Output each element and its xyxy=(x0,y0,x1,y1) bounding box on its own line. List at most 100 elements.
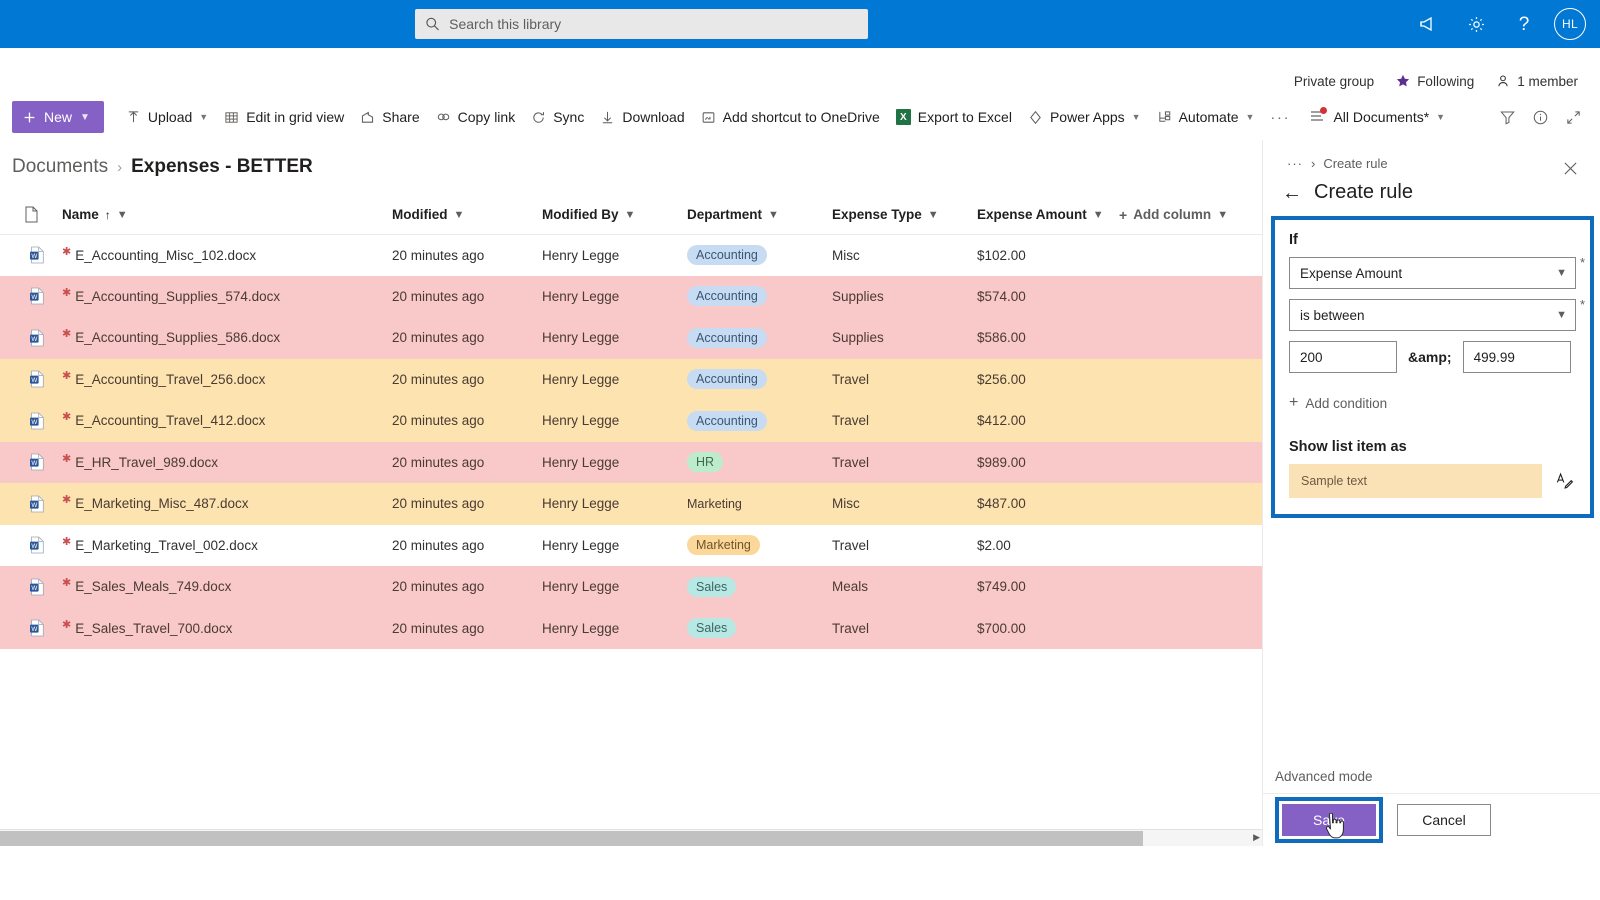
row-name-cell[interactable]: ✱ E_Accounting_Misc_102.docx xyxy=(62,234,392,276)
table-row[interactable]: W ✱ E_Sales_Travel_700.docx 20 minutes ago H… xyxy=(0,607,1262,649)
onedrive-shortcut-icon xyxy=(702,111,714,123)
range-from-input[interactable]: 200 xyxy=(1289,341,1397,373)
following-button[interactable]: Following xyxy=(1396,74,1474,89)
column-header-modified[interactable]: Modified ▼ xyxy=(392,196,542,235)
file-name[interactable]: E_Accounting_Misc_102.docx xyxy=(75,248,256,263)
power-apps-button[interactable]: Power Apps ▼ xyxy=(1020,99,1149,135)
add-condition-button[interactable]: + Add condition xyxy=(1289,395,1576,411)
upload-button[interactable]: Upload ▼ xyxy=(118,99,216,135)
overflow-menu-button[interactable]: ··· xyxy=(1262,99,1298,135)
row-expense-type-cell: Meals xyxy=(832,566,977,608)
cancel-button[interactable]: Cancel xyxy=(1397,804,1491,836)
column-header-department[interactable]: Department ▼ xyxy=(687,196,832,235)
file-name[interactable]: E_Accounting_Supplies_574.docx xyxy=(75,289,280,304)
column-header-expense-amount[interactable]: Expense Amount ▼ xyxy=(977,196,1119,235)
row-name-cell[interactable]: ✱ E_Accounting_Travel_256.docx xyxy=(62,358,392,400)
filter-button[interactable] xyxy=(1491,99,1524,135)
add-shortcut-to-onedrive-button[interactable]: Add shortcut to OneDrive xyxy=(693,99,888,135)
scroll-right-arrow-icon[interactable]: ▶ xyxy=(1253,832,1260,843)
row-name-cell[interactable]: ✱ E_HR_Travel_989.docx xyxy=(62,441,392,483)
column-header-modified-by[interactable]: Modified By ▼ xyxy=(542,196,687,235)
row-name-cell[interactable]: ✱ E_Sales_Meals_749.docx xyxy=(62,566,392,608)
file-name[interactable]: E_HR_Travel_989.docx xyxy=(75,455,218,470)
app-launcher-button[interactable] xyxy=(0,0,48,48)
table-row[interactable]: W ✱ E_Accounting_Travel_256.docx 20 minutes… xyxy=(0,358,1262,400)
row-name-cell[interactable]: ✱ E_Sales_Travel_700.docx xyxy=(62,607,392,649)
row-modified-by-cell[interactable]: Henry Legge xyxy=(542,524,687,566)
table-row[interactable]: W ✱ E_Accounting_Travel_412.docx 20 minutes… xyxy=(0,400,1262,442)
add-condition-label: Add condition xyxy=(1305,395,1388,411)
horizontal-scrollbar[interactable]: ▶ xyxy=(0,829,1262,846)
column-header-expense-type[interactable]: Expense Type ▼ xyxy=(832,196,977,235)
new-button[interactable]: New ▼ xyxy=(12,101,104,133)
row-modified-by-cell[interactable]: Henry Legge xyxy=(542,566,687,608)
format-style-icon[interactable] xyxy=(1554,470,1576,492)
expand-button[interactable] xyxy=(1557,99,1590,135)
avatar[interactable]: HL xyxy=(1554,8,1586,40)
row-expense-amount-cell: $487.00 xyxy=(977,483,1119,525)
gear-icon[interactable] xyxy=(1456,4,1496,44)
save-button[interactable]: Save xyxy=(1282,804,1376,839)
row-modified-by-cell[interactable]: Henry Legge xyxy=(542,483,687,525)
table-row[interactable]: W ✱ E_Accounting_Supplies_586.docx 20 minut… xyxy=(0,317,1262,359)
column-header-name[interactable]: Name ↑ ▼ xyxy=(62,196,392,235)
row-modified-by-cell[interactable]: Henry Legge xyxy=(542,607,687,649)
row-modified-by-cell[interactable]: Henry Legge xyxy=(542,234,687,276)
advanced-mode-link[interactable]: Advanced mode xyxy=(1275,769,1373,784)
grid-icon xyxy=(225,111,238,123)
help-icon[interactable]: ? xyxy=(1504,4,1544,44)
file-name[interactable]: E_Marketing_Misc_487.docx xyxy=(75,496,248,511)
share-button[interactable]: Share xyxy=(352,99,427,135)
range-to-input[interactable]: 499.99 xyxy=(1462,341,1571,373)
download-icon xyxy=(603,111,613,123)
download-button[interactable]: Download xyxy=(592,99,692,135)
megaphone-icon[interactable] xyxy=(1408,4,1448,44)
operator-select[interactable]: is between ▼ xyxy=(1289,299,1576,331)
copy-link-button[interactable]: Copy link xyxy=(428,99,524,135)
row-name-cell[interactable]: ✱ E_Marketing_Misc_487.docx xyxy=(62,483,392,525)
file-name[interactable]: E_Marketing_Travel_002.docx xyxy=(75,538,258,553)
file-name[interactable]: E_Sales_Travel_700.docx xyxy=(75,621,232,636)
members-button[interactable]: 1 member xyxy=(1496,74,1578,89)
chevron-down-icon: ▼ xyxy=(199,112,209,122)
row-modified-by-cell[interactable]: Henry Legge xyxy=(542,441,687,483)
close-icon[interactable] xyxy=(1556,154,1584,182)
column-header-add-column[interactable]: + Add column ▼ xyxy=(1119,196,1262,235)
table-row[interactable]: W ✱ E_Sales_Meals_749.docx 20 minutes ago He… xyxy=(0,566,1262,608)
file-name[interactable]: E_Accounting_Travel_256.docx xyxy=(75,372,265,387)
file-name[interactable]: E_Accounting_Supplies_586.docx xyxy=(75,330,280,345)
table-row[interactable]: W ✱ E_HR_Travel_989.docx 20 minutes ago Henr… xyxy=(0,441,1262,483)
edit-in-grid-view-button[interactable]: Edit in grid view xyxy=(216,99,352,135)
view-selector-button[interactable]: All Documents* ▼ xyxy=(1302,99,1453,135)
column-select[interactable]: Expense Amount ▼ xyxy=(1289,257,1576,289)
table-row[interactable]: W ✱ E_Accounting_Misc_102.docx 20 minutes a… xyxy=(0,234,1262,276)
row-name-cell[interactable]: ✱ E_Accounting_Supplies_586.docx xyxy=(62,317,392,359)
row-modified-by-cell[interactable]: Henry Legge xyxy=(542,317,687,359)
back-arrow-icon[interactable]: ← xyxy=(1282,183,1302,203)
file-name[interactable]: E_Sales_Meals_749.docx xyxy=(75,579,231,594)
scrollbar-thumb[interactable] xyxy=(0,831,1143,846)
row-name-cell[interactable]: ✱ E_Accounting_Travel_412.docx xyxy=(62,400,392,442)
breadcrumb-documents[interactable]: Documents xyxy=(12,156,108,178)
automate-button[interactable]: Automate ▼ xyxy=(1149,99,1263,135)
row-modified-by-cell[interactable]: Henry Legge xyxy=(542,400,687,442)
sample-text-preview[interactable]: Sample text xyxy=(1289,464,1542,498)
word-file-icon: W xyxy=(30,495,44,513)
sort-ascending-icon: ↑ xyxy=(104,207,111,222)
panel-breadcrumb-overflow[interactable]: ··· xyxy=(1287,156,1303,171)
row-file-icon-cell: W xyxy=(0,234,62,276)
row-modified-by-cell[interactable]: Henry Legge xyxy=(542,275,687,317)
table-row[interactable]: W ✱ E_Marketing_Travel_002.docx 20 minutes … xyxy=(0,524,1262,566)
row-modified-by-cell[interactable]: Henry Legge xyxy=(542,358,687,400)
table-row[interactable]: W ✱ E_Accounting_Supplies_574.docx 20 minut… xyxy=(0,275,1262,317)
search-box[interactable] xyxy=(415,9,868,39)
row-name-cell[interactable]: ✱ E_Marketing_Travel_002.docx xyxy=(62,524,392,566)
details-button[interactable] xyxy=(1524,99,1557,135)
column-header-file-type[interactable] xyxy=(0,196,62,235)
file-name[interactable]: E_Accounting_Travel_412.docx xyxy=(75,413,265,428)
export-to-excel-button[interactable]: X Export to Excel xyxy=(888,99,1020,135)
sync-button[interactable]: Sync xyxy=(523,99,592,135)
search-input[interactable] xyxy=(449,16,858,32)
row-name-cell[interactable]: ✱ E_Accounting_Supplies_574.docx xyxy=(62,275,392,317)
table-row[interactable]: W ✱ E_Marketing_Misc_487.docx 20 minutes ag… xyxy=(0,483,1262,525)
